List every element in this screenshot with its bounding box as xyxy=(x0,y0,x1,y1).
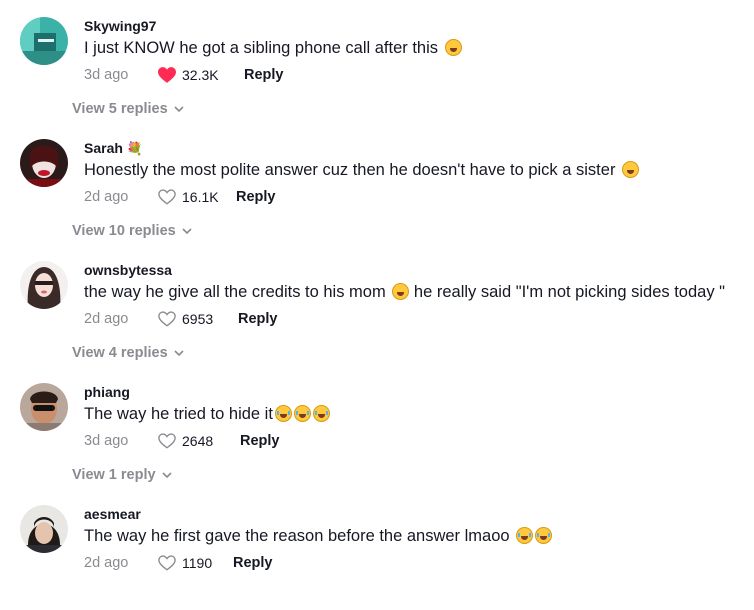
view-replies-button[interactable]: View 1 reply xyxy=(72,467,172,483)
crying-emoji-icon xyxy=(293,405,311,422)
comment-item: Sarah 💐 Honestly the most polite answer c… xyxy=(0,122,754,244)
reply-button[interactable]: Reply xyxy=(240,433,280,449)
comment-meta: 2d ago 16.1K Reply xyxy=(84,188,276,206)
avatar[interactable] xyxy=(20,139,68,187)
avatar[interactable] xyxy=(20,505,68,553)
like-button[interactable]: 16.1K xyxy=(158,189,236,205)
comment-time: 2d ago xyxy=(84,189,129,205)
comment-username[interactable]: phiang xyxy=(84,384,130,400)
view-replies-button[interactable]: View 4 replies xyxy=(72,345,184,361)
avatar[interactable] xyxy=(20,17,68,65)
laughing-emoji-icon xyxy=(444,39,462,56)
comment-text: I just KNOW he got a sibling phone call … xyxy=(84,38,462,58)
comment-time: 2d ago xyxy=(84,311,129,327)
view-replies-label: View 5 replies xyxy=(72,101,168,117)
like-count: 6953 xyxy=(182,311,214,327)
like-count: 16.1K xyxy=(182,189,219,205)
comment-username[interactable]: ownsbytessa xyxy=(84,262,172,278)
view-replies-label: View 10 replies xyxy=(72,223,176,239)
comment-username[interactable]: Sarah 💐 xyxy=(84,140,143,157)
reply-button[interactable]: Reply xyxy=(233,555,273,571)
avatar[interactable] xyxy=(20,261,68,309)
heart-outline-icon xyxy=(158,311,176,327)
comment-time: 2d ago xyxy=(84,555,129,571)
comment-meta: 3d ago 32.3K Reply xyxy=(84,66,284,84)
view-replies-button[interactable]: View 5 replies xyxy=(72,101,184,117)
reply-button[interactable]: Reply xyxy=(238,311,278,327)
chevron-down-icon xyxy=(161,472,172,478)
like-button[interactable]: 2648 xyxy=(158,433,240,449)
comment-item: aesmear The way he first gave the reason… xyxy=(0,488,754,610)
heart-outline-icon xyxy=(158,555,176,571)
bouquet-emoji-icon: 💐 xyxy=(126,141,144,156)
like-button[interactable]: 6953 xyxy=(158,311,238,327)
crying-emoji-icon xyxy=(516,527,534,544)
heart-outline-icon xyxy=(158,433,176,449)
crying-emoji-icon xyxy=(274,405,292,422)
comment-meta: 3d ago 2648 Reply xyxy=(84,432,280,450)
rolling-laughing-emoji-icon xyxy=(392,283,410,300)
chevron-down-icon xyxy=(174,350,184,356)
comment-text: The way he tried to hide it xyxy=(84,404,330,424)
comment-item: Skywing97 I just KNOW he got a sibling p… xyxy=(0,0,754,122)
comment-text: Honestly the most polite answer cuz then… xyxy=(84,160,640,180)
heart-outline-icon xyxy=(158,189,176,205)
comment-time: 3d ago xyxy=(84,433,129,449)
chevron-down-icon xyxy=(182,228,192,234)
comment-meta: 2d ago 6953 Reply xyxy=(84,310,278,328)
reply-button[interactable]: Reply xyxy=(236,189,276,205)
like-button[interactable]: 1190 xyxy=(158,555,233,571)
comment-item: phiang The way he tried to hide it 3d ag… xyxy=(0,366,754,488)
comment-item: ownsbytessa the way he give all the cred… xyxy=(0,244,754,366)
heart-filled-icon xyxy=(158,67,176,83)
comment-username[interactable]: Skywing97 xyxy=(84,18,156,34)
comment-time: 3d ago xyxy=(84,67,129,83)
view-replies-button[interactable]: View 10 replies xyxy=(72,223,192,239)
crying-emoji-icon xyxy=(535,527,553,544)
avatar[interactable] xyxy=(20,383,68,431)
comment-meta: 2d ago 1190 Reply xyxy=(84,554,273,572)
reply-button[interactable]: Reply xyxy=(244,67,284,83)
like-button[interactable]: 32.3K xyxy=(158,67,244,83)
like-count: 2648 xyxy=(182,433,214,449)
chevron-down-icon xyxy=(174,106,184,112)
laughing-emoji-icon xyxy=(622,161,640,178)
comment-text: The way he first gave the reason before … xyxy=(84,526,553,546)
like-count: 1190 xyxy=(182,555,213,571)
crying-emoji-icon xyxy=(312,405,330,422)
comment-username[interactable]: aesmear xyxy=(84,506,141,522)
view-replies-label: View 1 reply xyxy=(72,467,156,483)
like-count: 32.3K xyxy=(182,67,219,83)
comment-text: the way he give all the credits to his m… xyxy=(84,283,726,301)
view-replies-label: View 4 replies xyxy=(72,345,168,361)
